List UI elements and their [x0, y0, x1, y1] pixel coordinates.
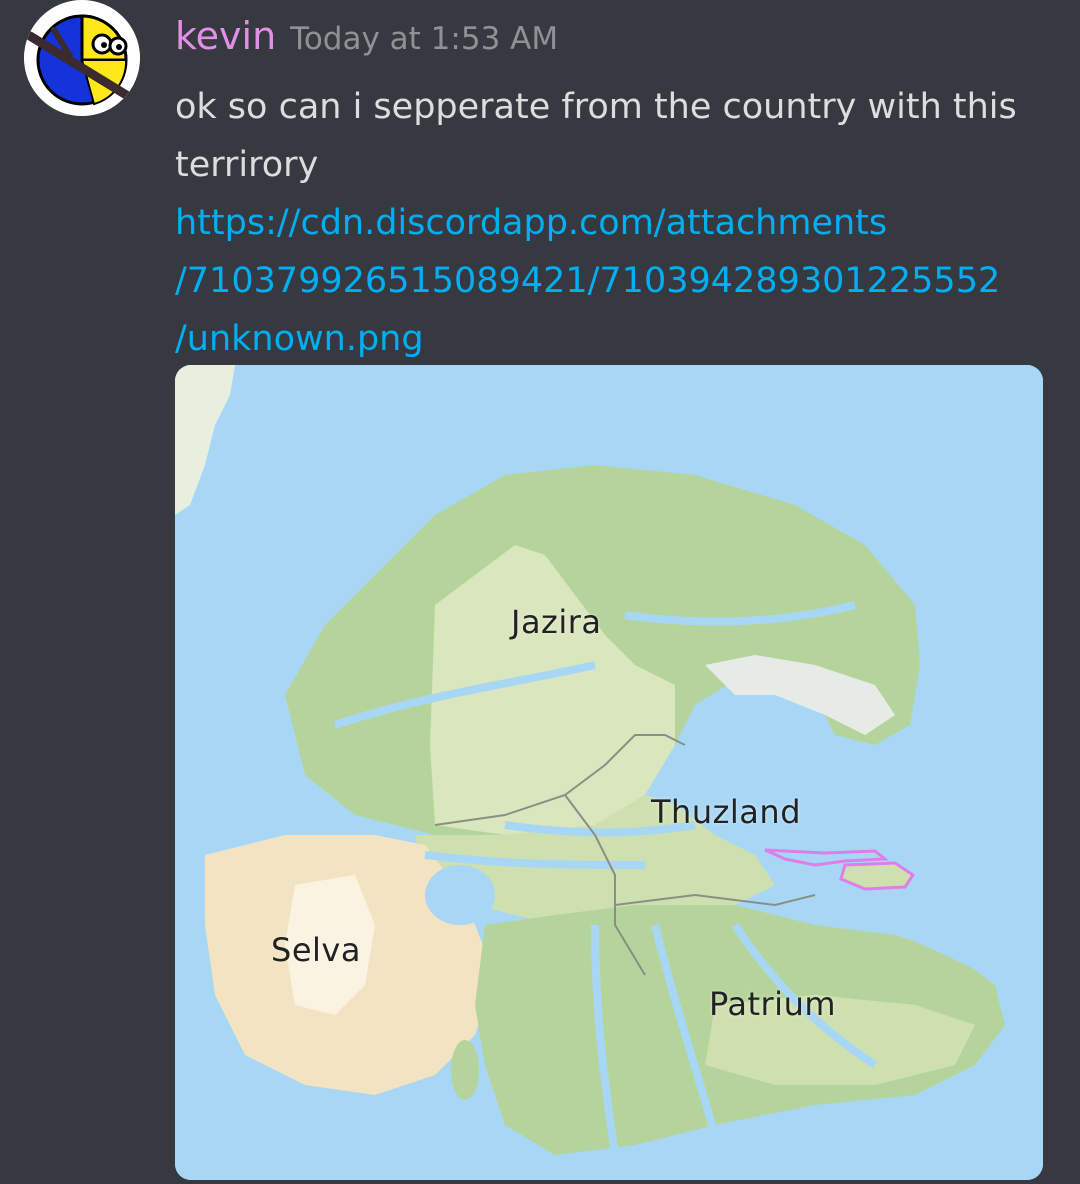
map-label-jazira: Jazira — [511, 603, 602, 641]
attachment-link-line[interactable]: /710379926515089421/710394289301225552 — [175, 252, 1035, 310]
message-text: ok so can i sepperate from the country w… — [175, 78, 1035, 194]
user-avatar[interactable] — [24, 0, 140, 116]
attachment-link-line[interactable]: https://cdn.discordapp.com/attachments — [175, 194, 1035, 252]
message-text-line: ok so can i sepperate from the country w… — [175, 87, 1017, 127]
attachment-image-map[interactable]: Jazira Thuzland Selva Patrium — [175, 365, 1043, 1180]
attachment-link-line[interactable]: /unknown.png — [175, 310, 1035, 368]
message-text-line: terrirory — [175, 145, 319, 185]
map-label-selva: Selva — [271, 931, 361, 969]
message-timestamp: Today at 1:53 AM — [290, 21, 559, 57]
map-graphic — [175, 365, 1043, 1180]
chat-message: kevin Today at 1:53 AM ok so can i sepper… — [0, 0, 1080, 1184]
map-label-thuzland: Thuzland — [651, 793, 801, 831]
attachment-link[interactable]: https://cdn.discordapp.com/attachments /… — [175, 194, 1035, 368]
message-header: kevin Today at 1:53 AM — [175, 14, 558, 58]
author-name[interactable]: kevin — [175, 14, 276, 58]
avatar-ball-icon — [24, 0, 140, 116]
map-label-patrium: Patrium — [709, 985, 837, 1023]
